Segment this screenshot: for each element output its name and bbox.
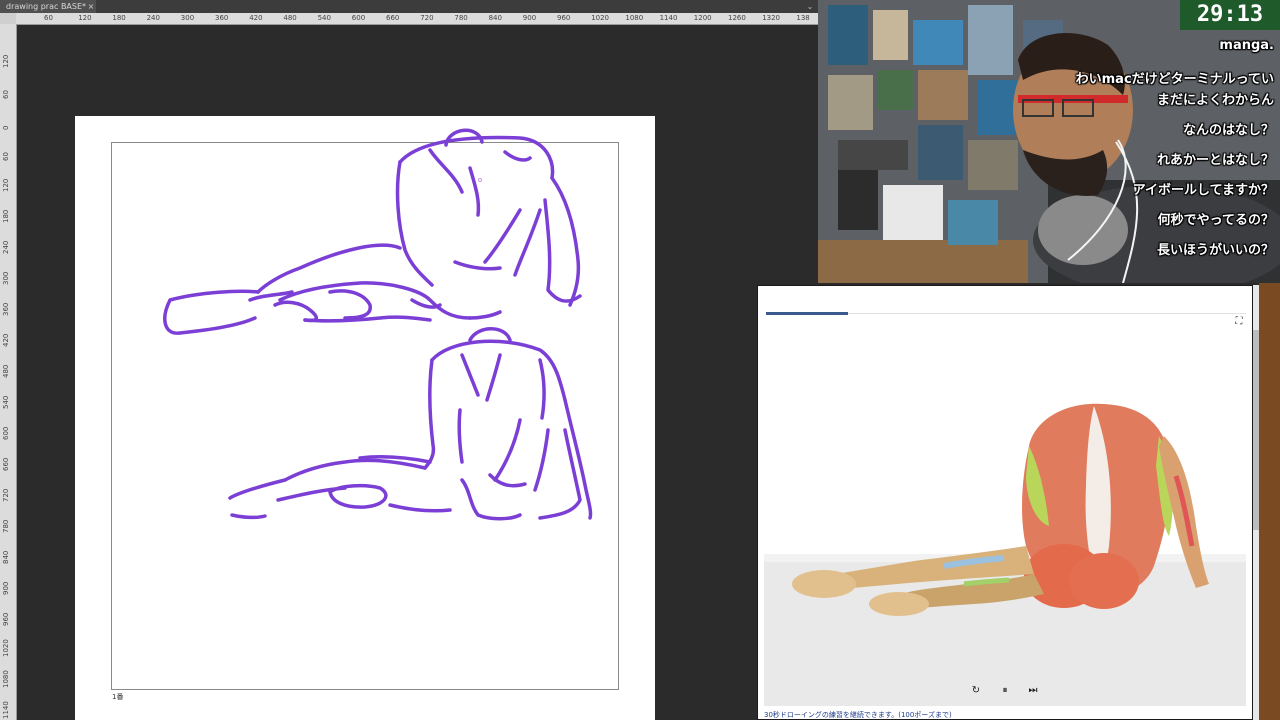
anatomy-model-image <box>764 326 1246 706</box>
background-strip <box>1259 283 1280 720</box>
gesture-sketch <box>163 128 593 521</box>
webcam-feed <box>818 0 1280 283</box>
pause-icon[interactable]: ⏸ <box>998 684 1012 698</box>
replay-icon[interactable]: ↻ <box>969 684 983 698</box>
viewer-footer-text: 30秒ドローイングの練習を継続できます。(100ポーズまで) <box>764 711 952 719</box>
next-icon[interactable]: ⏭ <box>1026 684 1040 698</box>
stream-timer: 29:13 <box>1180 0 1280 30</box>
webcam-scene <box>818 0 1280 283</box>
progress-fill <box>766 312 848 315</box>
pose-reference-viewer: ⛶ ↻ ⏸ ⏭ 30秒ドローイングの練習を継続できます。(100ポーズまで) <box>757 285 1253 720</box>
